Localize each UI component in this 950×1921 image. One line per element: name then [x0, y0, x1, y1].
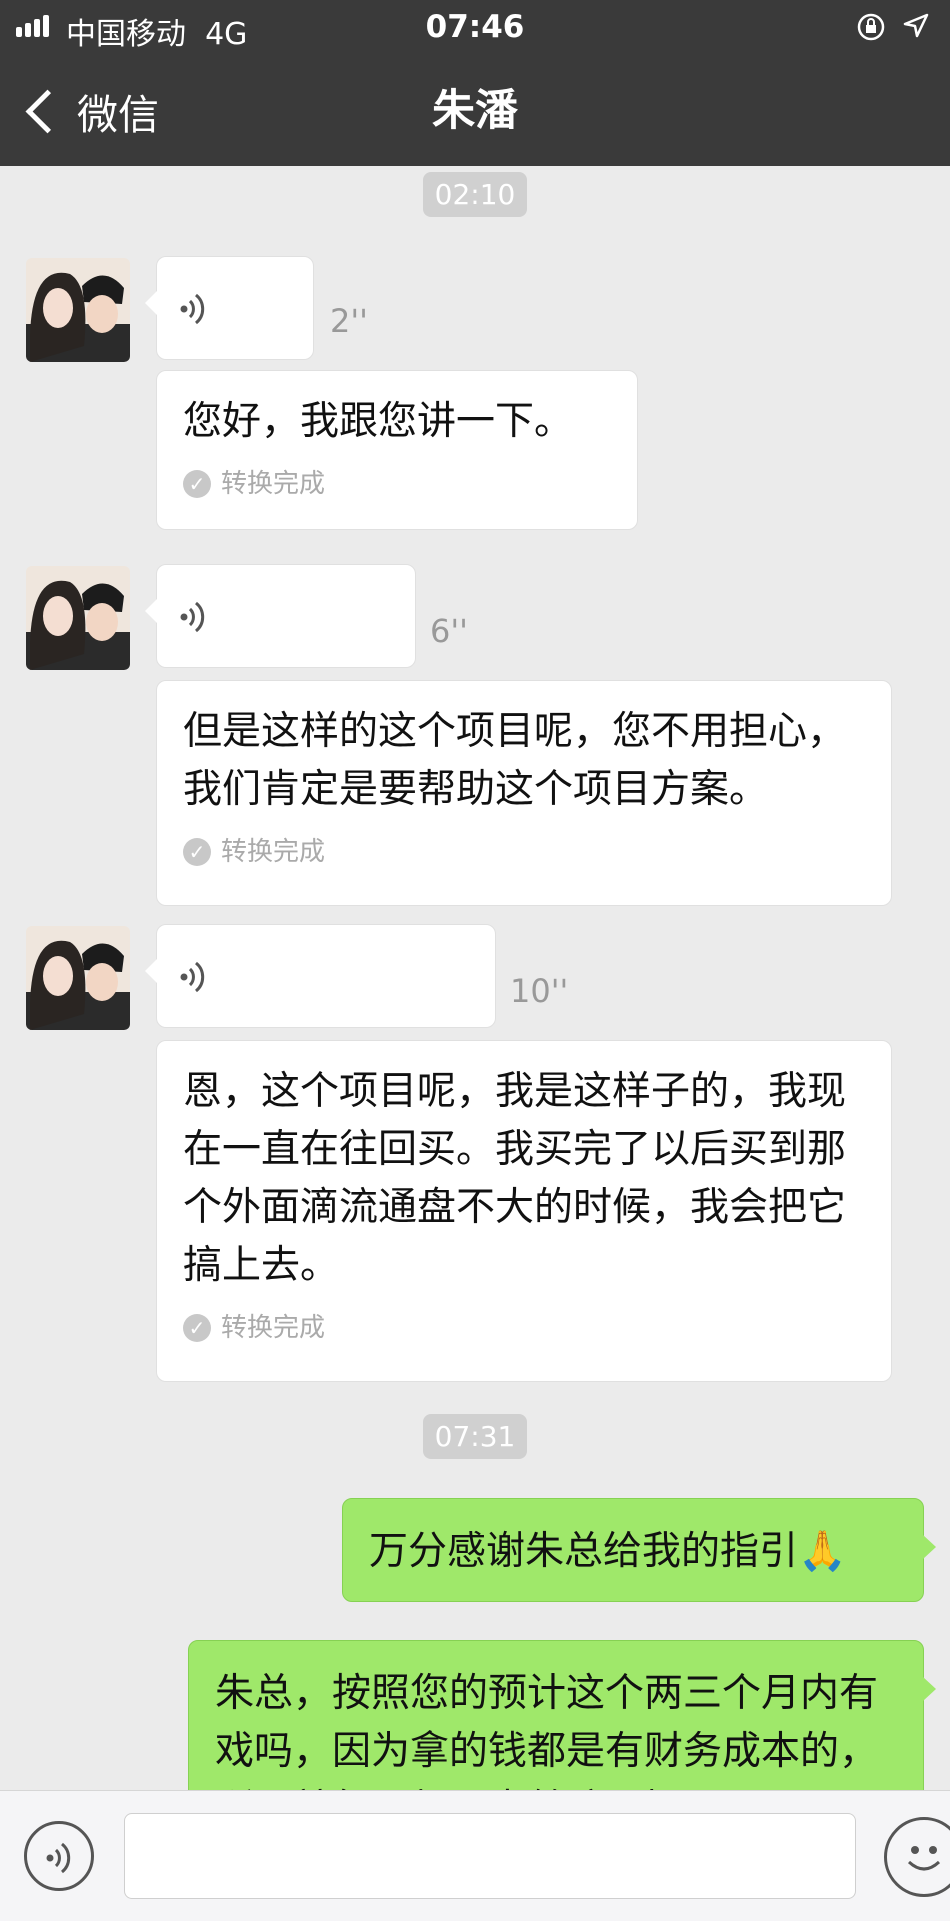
- transcript-text: 您好，我跟您讲一下。: [183, 399, 574, 444]
- voice-input-button[interactable]: [24, 1821, 94, 1891]
- voice-wave-icon: [180, 293, 205, 325]
- check-circle-icon: ✓: [183, 838, 211, 866]
- location-arrow-icon: [903, 13, 929, 38]
- transcript-status: 转换完成: [221, 1313, 326, 1343]
- avatar[interactable]: [26, 566, 130, 670]
- voice-input-icon: [46, 1842, 71, 1874]
- voice-duration: 2'': [330, 302, 368, 340]
- status-bar: 中国移动 4G 07:46: [0, 0, 950, 56]
- chat-area[interactable]: 02:10 2'' 您好，我跟您讲一下。 ✓ 转换完成 6'' 但是这样的这个项…: [0, 166, 950, 1790]
- transcript-text: 但是这样的这个项目呢，您不用担心，我们肯定是要帮助这个项目方案。: [183, 709, 847, 812]
- rotation-lock-icon: [857, 13, 885, 41]
- timestamp: 07:31: [0, 1414, 950, 1459]
- voice-transcript-bubble[interactable]: 但是这样的这个项目呢，您不用担心，我们肯定是要帮助这个项目方案。 ✓ 转换完成: [156, 680, 892, 906]
- status-time: 07:46: [425, 9, 525, 45]
- emoji-icon: [907, 1846, 941, 1871]
- voice-message-bubble[interactable]: [145, 924, 496, 1028]
- input-bar: [0, 1790, 950, 1921]
- timestamp: 02:10: [0, 172, 950, 217]
- voice-wave-icon: [180, 961, 205, 993]
- transcript-text: 恩，这个项目呢，我是这样子的，我现在一直在往回买。我买完了以后买到那个外面滴流通…: [183, 1069, 847, 1288]
- avatar[interactable]: [26, 258, 130, 362]
- transcript-status: 转换完成: [221, 837, 326, 867]
- sent-message-bubble[interactable]: 万分感谢朱总给我的指引🙏: [342, 1498, 936, 1602]
- voice-message-bubble[interactable]: [145, 564, 416, 668]
- check-circle-icon: ✓: [183, 470, 211, 498]
- avatar[interactable]: [26, 926, 130, 1030]
- message-input[interactable]: [124, 1813, 856, 1899]
- sent-message-bubble[interactable]: 朱总，按照您的预计这个两三个月内有戏吗，因为拿的钱都是有财务成本的，所以就每天都…: [188, 1640, 936, 1790]
- voice-transcript-bubble[interactable]: 您好，我跟您讲一下。 ✓ 转换完成: [156, 370, 638, 530]
- nav-bar: 微信 朱潘: [0, 56, 950, 166]
- voice-duration: 10'': [510, 972, 569, 1010]
- voice-duration: 6'': [430, 612, 468, 650]
- voice-wave-icon: [180, 601, 205, 633]
- check-circle-icon: ✓: [183, 1314, 211, 1342]
- voice-message-bubble[interactable]: [145, 256, 314, 360]
- emoji-button[interactable]: [884, 1817, 950, 1897]
- transcript-status: 转换完成: [221, 469, 326, 499]
- chat-title: 朱潘: [432, 86, 518, 136]
- voice-transcript-bubble[interactable]: 恩，这个项目呢，我是这样子的，我现在一直在往回买。我买完了以后买到那个外面滴流通…: [156, 1040, 892, 1382]
- message-text: 朱总，按照您的预计这个两三个月内有戏吗，因为拿的钱都是有财务成本的，所以就每天都…: [215, 1671, 879, 1790]
- message-text: 万分感谢朱总给我的指引🙏: [369, 1529, 847, 1574]
